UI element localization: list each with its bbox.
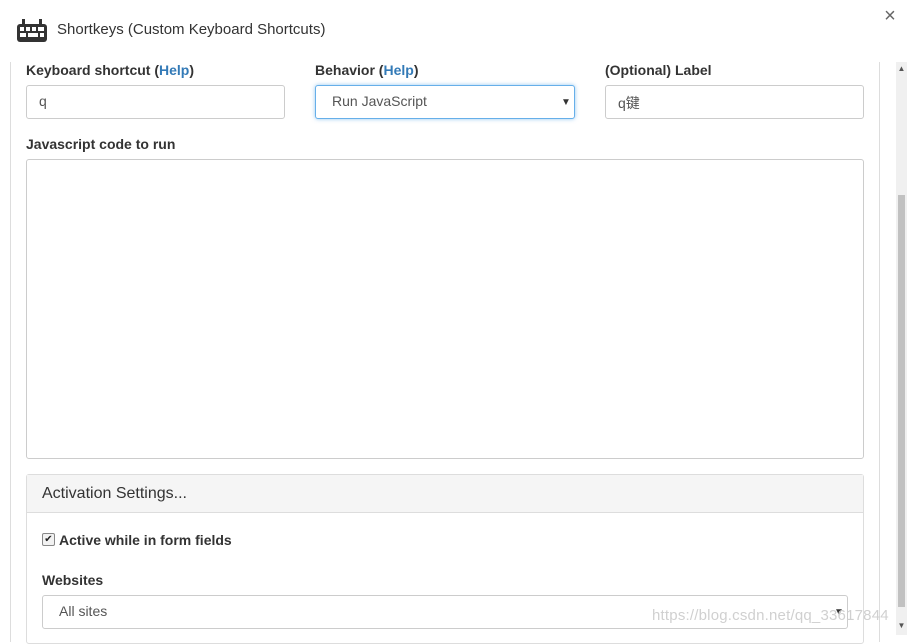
shortcut-help-link[interactable]: Help — [159, 62, 189, 78]
shortcut-label: Keyboard shortcut (Help) — [26, 62, 195, 78]
behavior-label: Behavior (Help) — [315, 62, 419, 78]
websites-label: Websites — [42, 572, 104, 588]
scroll-up-icon[interactable]: ▲ — [896, 62, 907, 76]
shortcut-input[interactable]: q — [26, 85, 285, 119]
scroll-down-icon[interactable]: ▼ — [896, 619, 907, 633]
websites-select-value: All sites — [59, 603, 108, 619]
watermark: https://blog.csdn.net/qq_33617844 — [652, 607, 889, 624]
code-textarea[interactable] — [26, 159, 864, 459]
optional-label-label: (Optional) Label — [605, 62, 712, 78]
chevron-down-icon: ▼ — [561, 97, 571, 108]
optional-label-input[interactable]: q键 — [605, 85, 864, 119]
code-label: Javascript code to run — [26, 136, 176, 152]
behavior-select-value: Run JavaScript — [332, 93, 427, 109]
behavior-help-link[interactable]: Help — [383, 62, 413, 78]
close-button[interactable]: × — [880, 6, 900, 26]
behavior-select[interactable]: Run JavaScript ▼ — [315, 85, 575, 119]
keyboard-icon — [17, 19, 47, 42]
form-fields-label[interactable]: Active while in form fields — [59, 532, 232, 548]
title-bar: Shortkeys (Custom Keyboard Shortcuts) × — [0, 0, 907, 60]
activation-settings-header[interactable]: Activation Settings... — [27, 475, 863, 513]
check-icon: ✔ — [44, 534, 53, 545]
scrollbar-thumb[interactable] — [898, 195, 905, 607]
close-icon[interactable]: × — [884, 5, 896, 27]
vertical-scrollbar[interactable]: ▲ ▼ — [896, 62, 907, 635]
window-title: Shortkeys (Custom Keyboard Shortcuts) — [57, 21, 326, 38]
form-fields-checkbox[interactable]: ✔ — [42, 533, 55, 546]
